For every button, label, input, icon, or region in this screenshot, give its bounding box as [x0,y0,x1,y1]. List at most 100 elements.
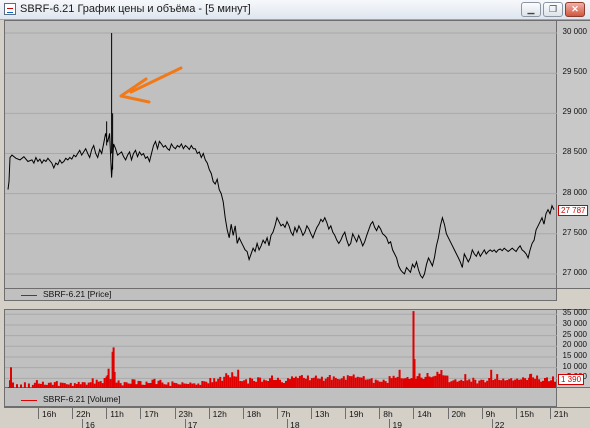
volume-bar [112,347,115,389]
date-label: 19 [392,420,402,428]
volume-bar [306,375,309,389]
volume-grid [5,313,558,379]
price-tick-label: 28 000 [562,187,587,197]
price-tick-label: 29 500 [562,67,587,77]
price-spikes [106,33,114,170]
volume-bar [413,359,416,389]
time-tick [276,408,278,419]
price-legend: SBRF-6.21 [Price] [4,289,557,301]
time-tick [413,408,415,419]
volume-bar [426,373,429,389]
time-label: 17h [144,409,159,419]
date-tick [287,419,289,428]
time-tick [379,408,381,419]
date-label: 17 [187,420,198,428]
volume-bar [490,369,493,389]
volume-bar [418,373,421,389]
price-chart-panel[interactable] [4,20,558,289]
volume-tick-label: 30 000 [562,318,587,328]
time-label: 9h [485,409,496,419]
restore-button[interactable]: ❐ [543,2,563,17]
volume-bar [231,372,234,389]
volume-tick-label: 20 000 [562,340,587,350]
legend-line-swatch [21,400,37,401]
minimize-button[interactable]: ▁ [521,2,541,17]
volume-bar [328,375,331,389]
date-label: 22 [494,420,505,428]
volume-bar [444,375,447,389]
time-tick [515,408,517,419]
volume-bar [438,373,441,389]
volume-bar [346,375,349,389]
time-label: 14h [417,409,432,419]
price-axis: 30 000 29 500 29 000 28 500 28 000 27 500 27 0… [557,20,590,289]
volume-bar [442,375,445,389]
time-tick [345,408,347,419]
volume-tick-label: 35 000 [562,308,587,318]
time-tick [174,408,176,419]
volume-bar [398,369,401,389]
time-label: 7h [280,409,291,419]
volume-bar [106,375,109,389]
volume-bar [300,375,303,389]
price-tick-label: 27 000 [562,267,587,277]
volume-chart [5,311,558,389]
time-label: 18h [246,409,261,419]
time-label: 13h [315,409,330,419]
minimize-icon: ▁ [527,4,535,14]
volume-bar [271,375,273,389]
time-axis: 16h 22h 11h 17h 23h 12h 18h 7h 13h 19h 8h 14h 20h 9h 1… [4,407,590,428]
time-label: 22h [76,409,91,419]
volume-bar [225,373,228,389]
time-tick [549,408,551,419]
window-title-bar: SBRF-6.21 График цены и объёма - [5 мину… [0,0,590,20]
time-tick [208,408,210,419]
date-tick [491,419,493,428]
last-volume-label: 1 390 [558,374,585,385]
price-chart [5,32,558,279]
volume-bar [237,369,240,389]
window-title: SBRF-6.21 График цены и объёма - [5 мину… [20,3,251,15]
restore-icon: ❐ [548,4,558,14]
time-label: 20h [451,409,466,419]
time-tick [481,408,483,419]
volume-legend-label: SBRF-6.21 [Volume] [43,394,121,404]
date-label: 18 [290,420,300,428]
volume-bar [446,375,449,389]
time-label: 11h [110,409,124,419]
time-label: 23h [178,409,193,419]
volume-bar [10,367,12,389]
close-icon: ✕ [571,4,579,14]
time-label: 15h [519,409,534,419]
time-label: 21h [553,409,569,419]
price-tick-label: 29 000 [562,107,587,117]
price-tick-label: 28 500 [562,147,587,157]
time-tick [106,408,108,419]
time-tick [447,408,449,419]
price-tick-label: 27 500 [562,227,587,237]
date-tick [389,419,391,428]
date-tick [82,419,84,428]
price-series-line [7,133,555,279]
volume-bar [440,370,443,389]
volume-bar [536,375,539,389]
volume-bar [352,374,355,389]
time-label: 8h [383,409,393,419]
time-label: 12h [212,409,227,419]
volume-tick-label: 10 000 [562,361,587,371]
time-label: 19h [349,409,364,419]
time-label: 16h [42,409,57,419]
last-price-label: 27 787 [558,204,589,216]
volume-bar [314,375,317,389]
legend-line-swatch [21,295,37,296]
volume-chart-panel[interactable] [4,309,558,389]
date-tick [184,419,186,428]
close-button[interactable]: ✕ [565,2,585,17]
volume-bars [8,311,556,389]
time-tick [242,408,244,419]
volume-bar [436,371,439,389]
price-legend-label: SBRF-6.21 [Price] [43,289,112,299]
volume-tick-label: 15 000 [562,350,587,360]
volume-legend: SBRF-6.21 [Volume] [4,388,557,407]
volume-tick-label: 25 000 [562,329,587,339]
